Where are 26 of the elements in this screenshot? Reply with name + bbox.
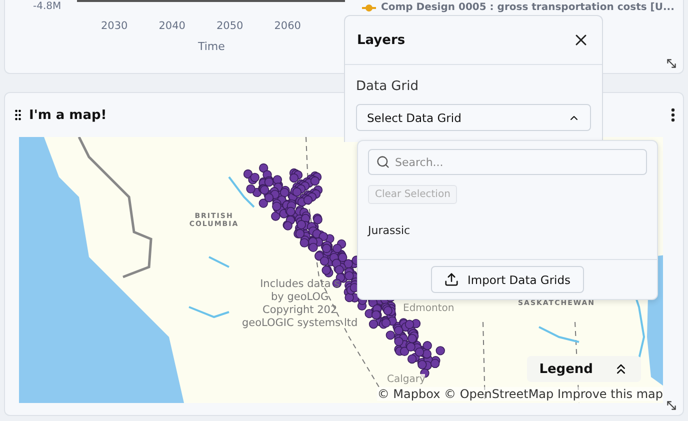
legend-entry: Comp Design 0005 : gross transportation costs [U... xyxy=(381,2,674,13)
popup-title: Layers xyxy=(357,32,406,48)
x-tick-label: 2040 xyxy=(158,20,186,32)
dropdown-option[interactable]: Jurassic xyxy=(358,224,657,249)
data-grid-select[interactable]: Select Data Grid xyxy=(356,104,591,131)
x-axis-title: Time xyxy=(198,40,225,53)
upload-icon xyxy=(444,272,460,287)
data-notice: Includes data s by geoLOG Copyright 202 geoLOGIC systems ltd xyxy=(242,278,358,330)
legend-line-icon xyxy=(362,4,376,12)
search-field[interactable]: Search... xyxy=(368,149,647,175)
x-tick-label: 2050 xyxy=(216,20,244,32)
resize-handle-icon[interactable] xyxy=(665,399,678,412)
panel-title: I'm a map! xyxy=(29,108,107,122)
x-tick-label: 2030 xyxy=(101,20,128,32)
resize-handle-icon[interactable] xyxy=(665,57,678,70)
section-label: Data Grid xyxy=(355,78,420,96)
x-tick-label: 2060 xyxy=(274,20,301,32)
map-attribution: © Mapbox © OpenStreetMap Improve this map xyxy=(377,387,663,401)
more-options-button[interactable] xyxy=(671,108,675,122)
import-button[interactable]: Import Data Grids xyxy=(431,266,584,293)
map-place-label: Calgary xyxy=(387,374,426,386)
y-tick-label: -4.8M xyxy=(33,1,62,12)
more-options-icon xyxy=(671,108,675,122)
search-icon xyxy=(376,155,390,169)
legend-button[interactable]: Legend xyxy=(527,356,641,382)
map-place-label: Edmonton xyxy=(403,303,454,314)
